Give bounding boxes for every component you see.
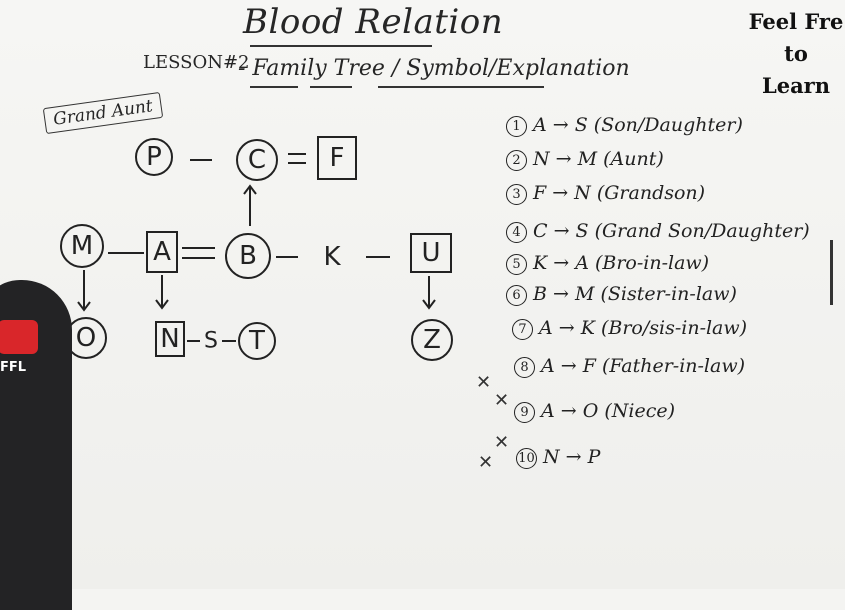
node-u-label: U	[421, 238, 440, 268]
node-c-label: C	[248, 145, 266, 175]
relation-number: 4	[506, 221, 527, 243]
node-t-label: T	[248, 326, 265, 356]
node-n-label: N	[160, 324, 179, 354]
relation-text: A → O (Niece)	[541, 400, 675, 422]
relation-number: 9	[514, 401, 535, 423]
relation-number: 3	[506, 183, 527, 205]
relation-text: N → P	[543, 446, 601, 468]
relation-item: 6 B → M (Sister-in-law)	[506, 283, 737, 306]
cross-mark: ✕	[494, 390, 510, 411]
cross-mark: ✕	[476, 372, 492, 393]
relation-item: 7 A → K (Bro/sis-in-law)	[512, 317, 747, 340]
margin-mark	[830, 240, 833, 305]
channel-logo-icon	[0, 320, 38, 354]
relation-item: 5 K → A (Bro-in-law)	[506, 252, 709, 275]
node-p-label: P	[146, 142, 162, 172]
presenter: FFL	[0, 270, 90, 610]
relation-number: 6	[506, 284, 527, 306]
node-z-label: Z	[423, 325, 441, 355]
channel-logo-text: FFL	[0, 360, 27, 375]
relation-number: 8	[514, 356, 535, 378]
relation-number: 2	[506, 149, 527, 171]
node-a-label: A	[153, 237, 171, 267]
relation-text: B → M (Sister-in-law)	[533, 283, 737, 305]
relation-item: 8 A → F (Father-in-law)	[514, 355, 745, 378]
relation-text: K → A (Bro-in-law)	[533, 252, 710, 274]
relation-item: 4 C → S (Grand Son/Daughter)	[506, 220, 810, 243]
relation-text: N → M (Aunt)	[533, 148, 664, 170]
node-s-label: S	[204, 329, 218, 354]
whiteboard: Blood Relation LESSON#2 - Family Tree / …	[0, 0, 845, 610]
relation-text: F → N (Grandson)	[533, 182, 706, 204]
relation-item: 1 A → S (Son/Daughter)	[506, 114, 743, 137]
relation-text: A → S (Son/Daughter)	[533, 114, 743, 136]
relation-number: 1	[506, 115, 527, 137]
relation-number: 5	[506, 253, 527, 275]
relation-item: 9 A → O (Niece)	[514, 400, 675, 423]
cross-mark: ✕	[494, 432, 510, 453]
relation-number: 7	[512, 318, 533, 340]
node-m-label: M	[71, 231, 93, 261]
cross-mark: ✕	[478, 452, 494, 473]
relation-text: A → F (Father-in-law)	[541, 355, 746, 377]
relation-item: 10 N → P	[516, 446, 600, 469]
relation-text: C → S (Grand Son/Daughter)	[533, 220, 810, 242]
relation-number: 10	[516, 447, 537, 469]
relation-item: 2 N → M (Aunt)	[506, 148, 664, 171]
node-k-label: K	[323, 242, 341, 272]
relation-item: 3 F → N (Grandson)	[506, 182, 705, 205]
node-f-label: F	[330, 143, 345, 173]
node-b-label: B	[239, 241, 257, 271]
relation-text: A → K (Bro/sis-in-law)	[539, 317, 748, 339]
